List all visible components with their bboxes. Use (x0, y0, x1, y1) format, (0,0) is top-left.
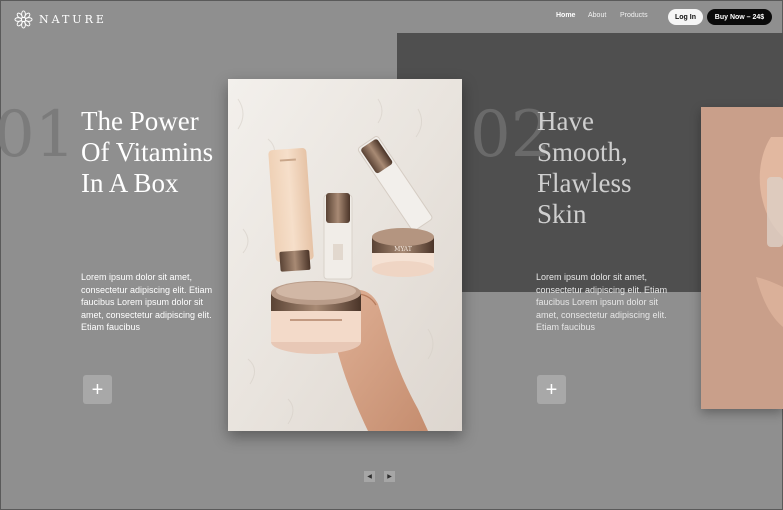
login-button[interactable]: Log In (668, 9, 703, 25)
small-jar-label: MYAT (394, 246, 412, 253)
lotus-mandala-icon (14, 10, 33, 29)
slide-title-1: The Power Of Vitamins In A Box (81, 106, 251, 199)
slide-title-2-line: Have (537, 106, 594, 136)
buy-now-button[interactable]: Buy Now – 24$ (707, 9, 772, 25)
next-slide-button[interactable]: ▶ (384, 471, 395, 482)
slide-text-1: Lorem ipsum dolor sit amet, consectetur … (81, 272, 213, 332)
brand-name: NATURE (39, 13, 107, 26)
brand-logo[interactable]: NATURE (14, 10, 107, 29)
product-photo: MYAT (228, 79, 462, 431)
nav-home[interactable]: Home (556, 12, 575, 19)
slide-title-1-line: The Power (81, 106, 199, 136)
slide-title-2: Have Smooth, Flawless Skin (537, 106, 657, 230)
side-product-photo (701, 107, 783, 409)
slide-title-1-line: Of Vitamins (81, 137, 214, 167)
slide-title-2-line: Smooth, (537, 137, 628, 167)
expand-button-2[interactable]: + (537, 375, 566, 404)
nav-products[interactable]: Products (620, 12, 648, 19)
nav-about[interactable]: About (588, 12, 606, 19)
plus-icon: + (91, 378, 104, 401)
slide-title-2-line: Flawless (537, 168, 632, 198)
slide-title-2-line: Skin (537, 199, 587, 229)
prev-slide-button[interactable]: ◀ (364, 471, 375, 482)
expand-button-1[interactable]: + (83, 375, 112, 404)
plus-icon: + (545, 378, 558, 401)
slide-title-1-line: In A Box (81, 168, 179, 198)
arrow-right-icon: ▶ (387, 474, 392, 480)
arrow-left-icon: ◀ (367, 474, 372, 480)
slide-number-1: 01 (0, 98, 76, 172)
slide-text-2: Lorem ipsum dolor sit amet, consectetur … (536, 272, 668, 332)
